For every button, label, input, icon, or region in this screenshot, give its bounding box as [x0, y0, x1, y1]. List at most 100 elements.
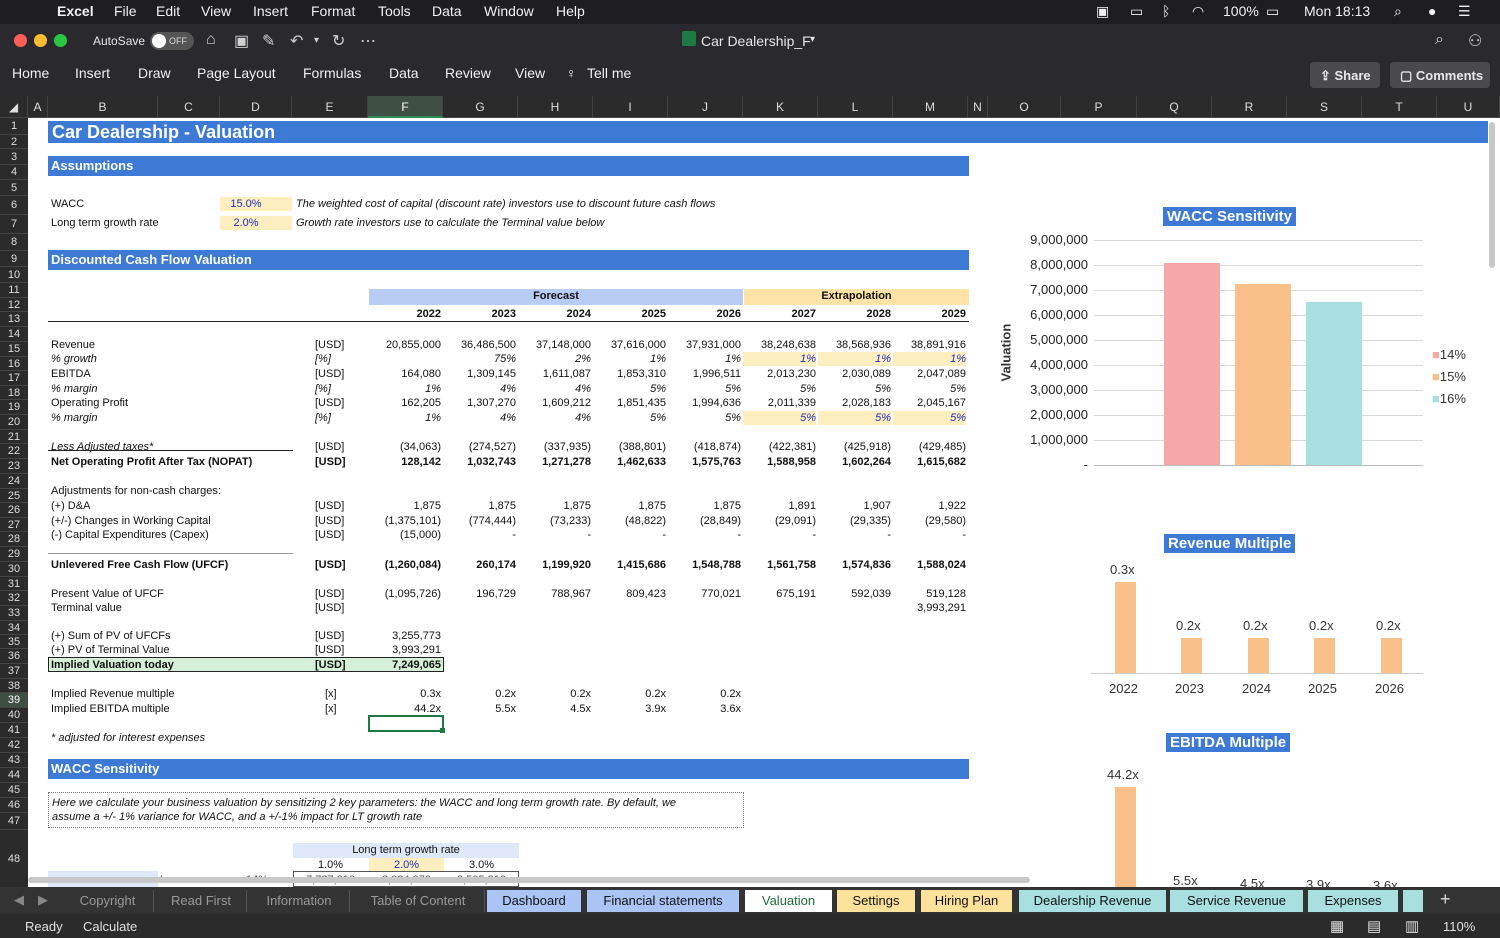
col-header[interactable]: E: [292, 96, 368, 118]
status-calculate[interactable]: Calculate: [83, 919, 137, 934]
row-header[interactable]: 12: [0, 298, 28, 312]
col-header[interactable]: U: [1437, 96, 1500, 118]
row-header[interactable]: 28: [0, 532, 28, 547]
row-header[interactable]: 41: [0, 723, 28, 738]
sheet-tab-service-revenue[interactable]: Service Revenue: [1170, 890, 1304, 912]
menu-format[interactable]: Format: [311, 3, 355, 19]
tab-view[interactable]: View: [515, 65, 545, 81]
col-header[interactable]: H: [518, 96, 593, 118]
legend-15[interactable]: ■15%: [1432, 370, 1466, 384]
menu-tools[interactable]: Tools: [378, 3, 411, 19]
revenue-multiple-bar[interactable]: [1248, 637, 1269, 673]
tab-page-layout[interactable]: Page Layout: [197, 65, 276, 81]
row-header[interactable]: 42: [0, 738, 28, 753]
row-header[interactable]: 24: [0, 474, 28, 489]
row-header[interactable]: 11: [0, 283, 28, 298]
menu-view[interactable]: View: [201, 3, 231, 19]
col-header[interactable]: O: [988, 96, 1061, 118]
legend-14[interactable]: ■14%: [1432, 348, 1466, 362]
row-header-selected[interactable]: 39: [0, 693, 28, 708]
spotlight-icon[interactable]: ⌕: [1394, 3, 1402, 20]
wacc-bar-15pct[interactable]: [1235, 283, 1291, 465]
col-header[interactable]: M: [893, 96, 968, 118]
next-sheet-icon[interactable]: ▶: [38, 892, 48, 908]
comments-button[interactable]: ▢ Comments: [1390, 62, 1490, 88]
legend-16[interactable]: ■16%: [1432, 392, 1466, 406]
row-header[interactable]: 4: [0, 165, 28, 180]
tab-home[interactable]: Home: [12, 65, 49, 81]
share-button[interactable]: ⇪ Share: [1310, 62, 1380, 88]
sheet-tab-overflow[interactable]: [1403, 890, 1423, 912]
ltg-input[interactable]: 2.0%: [220, 216, 292, 230]
display-icon[interactable]: ▭: [1130, 3, 1143, 20]
revenue-multiple-bar[interactable]: [1381, 637, 1402, 673]
title-dropdown-icon[interactable]: ▾: [810, 34, 815, 45]
screen-share-icon[interactable]: ▣: [1096, 3, 1109, 20]
row-header[interactable]: 23: [0, 459, 28, 474]
col-header[interactable]: I: [593, 96, 668, 118]
ebitda-multiple-bar[interactable]: [1115, 787, 1136, 887]
col-header[interactable]: P: [1061, 96, 1137, 118]
menu-edit[interactable]: Edit: [156, 3, 180, 19]
row-header[interactable]: 10: [0, 267, 28, 283]
row-header[interactable]: 15: [0, 342, 28, 357]
sheet-grid[interactable]: Car Dealership - Valuation Assumptions W…: [28, 118, 1495, 893]
row-header[interactable]: 19: [0, 400, 28, 415]
active-cell-selection[interactable]: [368, 715, 444, 732]
row-header[interactable]: 43: [0, 753, 28, 768]
sheet-tab-copyright[interactable]: Copyright: [62, 890, 154, 912]
row-header[interactable]: 37: [0, 664, 28, 679]
sheet-tab-table-of-content[interactable]: Table of Content: [352, 890, 485, 912]
col-header[interactable]: B: [48, 96, 158, 118]
tab-formulas[interactable]: Formulas: [303, 65, 361, 81]
tell-me-search[interactable]: Tell me: [587, 65, 631, 81]
control-center-icon[interactable]: ☰: [1458, 3, 1471, 20]
normal-view-icon[interactable]: ▦: [1330, 917, 1344, 935]
col-header[interactable]: N: [968, 96, 988, 118]
undo-dropdown-icon[interactable]: ▾: [314, 35, 319, 46]
autosave-toggle[interactable]: OFF: [150, 32, 194, 50]
row-header[interactable]: 34: [0, 621, 28, 635]
battery-percent[interactable]: 100%: [1223, 3, 1259, 19]
row-header[interactable]: 16: [0, 357, 28, 371]
more-icon[interactable]: ⋯: [360, 31, 376, 51]
row-header[interactable]: 35: [0, 635, 28, 649]
revenue-multiple-bar[interactable]: [1314, 637, 1335, 673]
save-as-icon[interactable]: ✎: [262, 31, 275, 51]
col-header[interactable]: J: [668, 96, 743, 118]
menu-help[interactable]: Help: [556, 3, 585, 19]
page-break-view-icon[interactable]: ▥: [1405, 917, 1419, 935]
col-header[interactable]: A: [28, 96, 48, 118]
col-header[interactable]: L: [818, 96, 893, 118]
minimize-window-button[interactable]: [34, 34, 47, 47]
row-header[interactable]: 17: [0, 371, 28, 386]
undo-icon[interactable]: ↶: [290, 31, 303, 51]
col-header[interactable]: C: [158, 96, 220, 118]
col-header[interactable]: Q: [1137, 96, 1212, 118]
row-header[interactable]: 48: [0, 830, 28, 888]
menu-file[interactable]: File: [114, 3, 137, 19]
document-title[interactable]: Car Dealership_F: [701, 33, 811, 49]
sheet-tab-financial-statements[interactable]: Financial statements: [587, 890, 740, 912]
sheet-tab-settings[interactable]: Settings: [837, 890, 916, 912]
row-header[interactable]: 8: [0, 234, 28, 251]
row-header[interactable]: 33: [0, 606, 28, 621]
tab-review[interactable]: Review: [445, 65, 491, 81]
row-header[interactable]: 1: [0, 118, 28, 135]
col-header[interactable]: R: [1212, 96, 1287, 118]
zoom-level[interactable]: 110%: [1443, 919, 1475, 934]
row-header[interactable]: 21: [0, 430, 28, 444]
share-person-icon[interactable]: ⚇: [1468, 31, 1482, 51]
bluetooth-icon[interactable]: ᛒ: [1162, 3, 1170, 19]
row-header[interactable]: 29: [0, 547, 28, 562]
row-header[interactable]: 44: [0, 768, 28, 783]
col-header[interactable]: G: [443, 96, 518, 118]
row-header[interactable]: 32: [0, 591, 28, 606]
row-header[interactable]: 3: [0, 149, 28, 165]
wacc-input[interactable]: 15.0%: [220, 197, 292, 211]
row-header[interactable]: 7: [0, 215, 28, 234]
fill-handle[interactable]: [440, 728, 445, 733]
row-header[interactable]: 20: [0, 415, 28, 430]
row-header[interactable]: 30: [0, 562, 28, 577]
col-header[interactable]: K: [743, 96, 818, 118]
